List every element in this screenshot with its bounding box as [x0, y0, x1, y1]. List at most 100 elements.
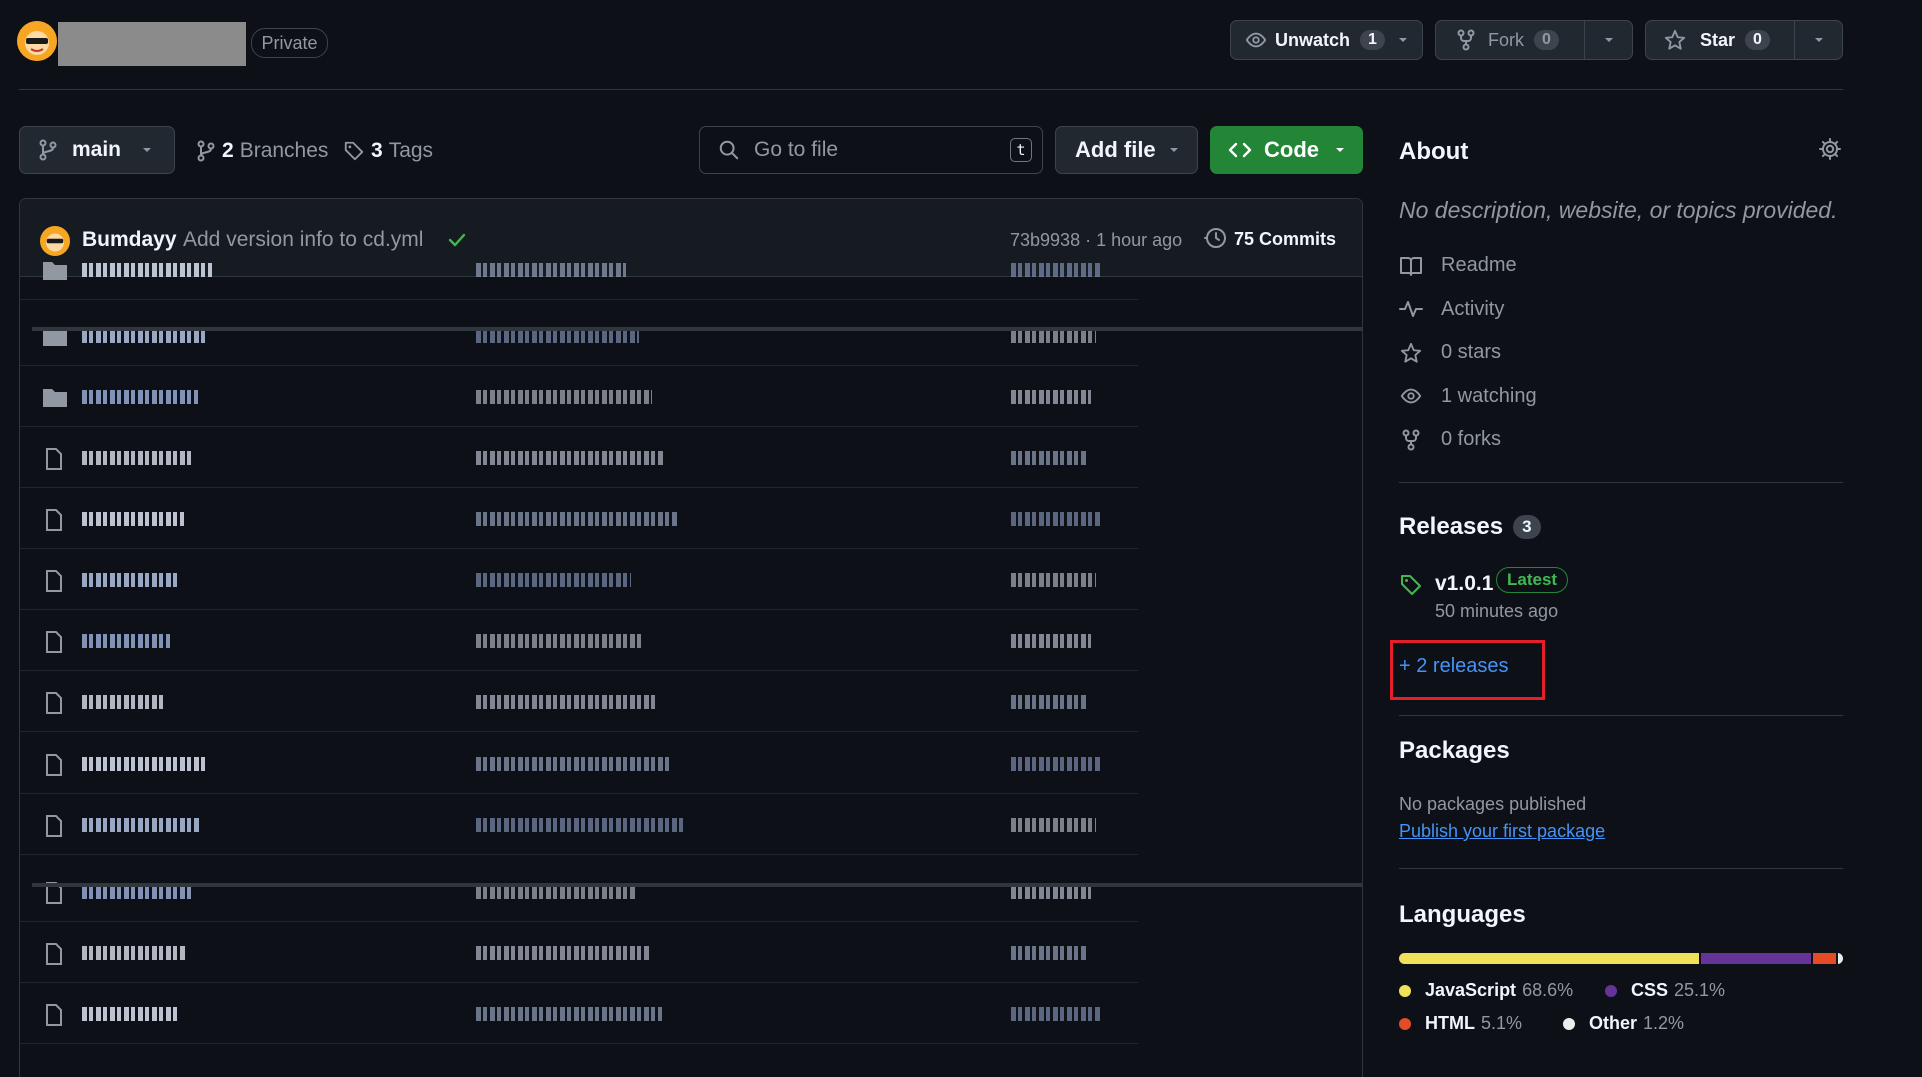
table-row[interactable] [20, 549, 1138, 610]
language-item-html[interactable]: HTML 5.1% [1399, 1013, 1522, 1034]
commit-message[interactable] [476, 451, 665, 465]
table-row[interactable] [20, 239, 1138, 300]
publish-package-link[interactable]: Publish your first package [1399, 821, 1605, 842]
tags-link[interactable]: 3 Tags [343, 137, 433, 165]
language-color-dot [1399, 1017, 1411, 1030]
file-name[interactable] [82, 451, 191, 465]
folder-icon [42, 386, 68, 408]
language-item-javascript[interactable]: JavaScript 68.6% [1399, 980, 1573, 1001]
star-label: Star [1700, 29, 1736, 50]
about-item-1-watching[interactable]: 1 watching [1399, 385, 1537, 408]
more-releases-link[interactable]: + 2 releases [1399, 655, 1509, 678]
commit-message[interactable] [476, 263, 626, 277]
language-name: HTML [1425, 1013, 1475, 1033]
commit-message[interactable] [476, 1007, 662, 1021]
about-item-activity[interactable]: Activity [1399, 298, 1504, 321]
commit-message[interactable] [476, 512, 678, 526]
language-color-dot [1605, 984, 1617, 997]
last-updated [1011, 329, 1096, 343]
table-row[interactable] [20, 671, 1138, 732]
commit-message[interactable] [476, 634, 644, 648]
commit-message[interactable] [476, 695, 657, 709]
add-file-label: Add file [1075, 137, 1156, 162]
file-name[interactable] [82, 390, 198, 404]
table-row[interactable] [20, 922, 1138, 983]
branches-link[interactable]: 2 Branches [196, 137, 328, 165]
scroll-divider [32, 883, 1362, 887]
fork-count: 0 [1534, 30, 1559, 50]
commits-link[interactable]: 75 Commits [1234, 229, 1336, 250]
language-percent: 68.6% [1522, 980, 1574, 1000]
language-item-other[interactable]: Other 1.2% [1563, 1013, 1684, 1034]
file-icon [42, 508, 66, 532]
commit-message[interactable] [476, 757, 670, 771]
table-row[interactable] [20, 610, 1138, 671]
sidebar-divider [1399, 482, 1843, 483]
table-row[interactable] [20, 305, 1138, 366]
commit-message[interactable] [476, 885, 636, 899]
last-updated [1011, 757, 1101, 771]
file-name[interactable] [82, 885, 192, 899]
file-name[interactable] [82, 263, 212, 277]
code-icon [1228, 140, 1252, 160]
commit-message[interactable] [476, 818, 683, 832]
star-button[interactable]: Star 0 [1645, 20, 1843, 60]
table-row[interactable] [20, 733, 1138, 794]
repo-name[interactable] [58, 22, 246, 66]
file-name[interactable] [82, 573, 177, 587]
file-name[interactable] [82, 946, 185, 960]
file-name[interactable] [82, 757, 206, 771]
commit-message[interactable] [476, 946, 649, 960]
file-name[interactable] [82, 695, 163, 709]
latest-release-version[interactable]: v1.0.1 [1435, 572, 1493, 596]
branch-icon [38, 138, 58, 162]
table-row[interactable] [20, 794, 1138, 855]
commit-message[interactable] [476, 573, 631, 587]
go-to-file-input[interactable]: Go to file t [699, 126, 1043, 174]
about-item-0-forks[interactable]: 0 forks [1399, 428, 1501, 451]
language-percent: 5.1% [1480, 1013, 1523, 1033]
file-name[interactable] [82, 1007, 178, 1021]
file-name[interactable] [82, 634, 170, 648]
chevron-down-icon[interactable] [1794, 21, 1842, 59]
language-item-css[interactable]: CSS 25.1% [1605, 980, 1725, 1001]
branch-selector[interactable]: main [19, 126, 175, 174]
owner-avatar[interactable] [17, 21, 57, 61]
table-row[interactable] [20, 488, 1138, 549]
about-item-0-stars[interactable]: 0 stars [1399, 341, 1501, 364]
gear-icon[interactable] [1818, 137, 1842, 161]
shortcut-key: t [1010, 138, 1032, 162]
chevron-down-icon[interactable] [1385, 21, 1422, 59]
table-row[interactable] [20, 366, 1138, 427]
file-icon [42, 814, 66, 838]
packages-heading[interactable]: Packages [1399, 737, 1510, 765]
table-row[interactable] [20, 427, 1138, 488]
table-row[interactable] [20, 861, 1138, 922]
add-file-button[interactable]: Add file [1055, 126, 1198, 174]
last-updated [1011, 885, 1091, 899]
about-item-label: 1 watching [1441, 384, 1537, 407]
fork-button[interactable]: Fork 0 [1435, 20, 1633, 60]
file-name[interactable] [82, 329, 205, 343]
book-icon [1399, 255, 1441, 277]
about-heading: About [1399, 138, 1469, 165]
code-button[interactable]: Code [1210, 126, 1363, 174]
language-bar [1399, 953, 1843, 964]
last-updated [1011, 1007, 1101, 1021]
commit-message[interactable] [476, 390, 652, 404]
table-row[interactable] [20, 983, 1138, 1044]
commit-message[interactable] [476, 329, 639, 343]
language-percent: 25.1% [1674, 980, 1726, 1000]
language-name: CSS [1631, 980, 1669, 1000]
chevron-down-icon[interactable] [1584, 21, 1632, 59]
releases-heading[interactable]: Releases 3 [1399, 513, 1541, 541]
language-bar-segment [1837, 953, 1843, 964]
watch-count: 1 [1360, 30, 1385, 50]
unwatch-button[interactable]: Unwatch 1 [1230, 20, 1423, 60]
about-item-readme[interactable]: Readme [1399, 254, 1517, 277]
branch-icon [196, 139, 216, 163]
file-icon [42, 447, 66, 471]
file-name[interactable] [82, 512, 184, 526]
language-color-dot [1563, 1017, 1575, 1030]
file-name[interactable] [82, 818, 199, 832]
